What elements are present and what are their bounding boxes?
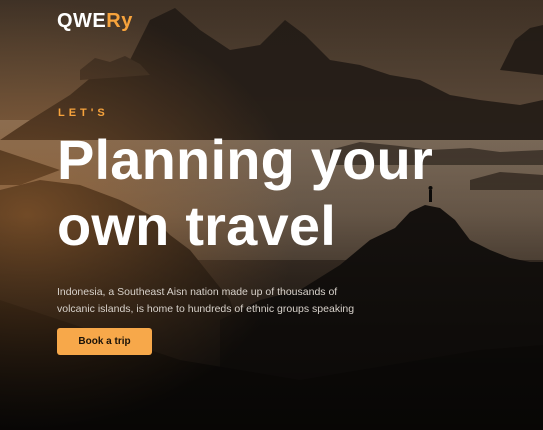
logo-main-text: QWE (57, 10, 107, 32)
hero-eyebrow: LET'S (58, 107, 109, 119)
hero-title-line-2: own travel (57, 194, 336, 257)
hero-title-line-1: Planning your (57, 128, 433, 191)
brand-logo[interactable]: QWERy (57, 10, 133, 33)
logo-accent-text: Ry (106, 10, 133, 32)
hero-description: Indonesia, a Southeast Aisn nation made … (57, 285, 355, 315)
hero-title: Planning your own travel (57, 127, 527, 259)
hero-section: QWERy LET'S Planning your own travel Ind… (0, 0, 543, 430)
book-trip-button[interactable]: Book a trip (57, 328, 152, 355)
